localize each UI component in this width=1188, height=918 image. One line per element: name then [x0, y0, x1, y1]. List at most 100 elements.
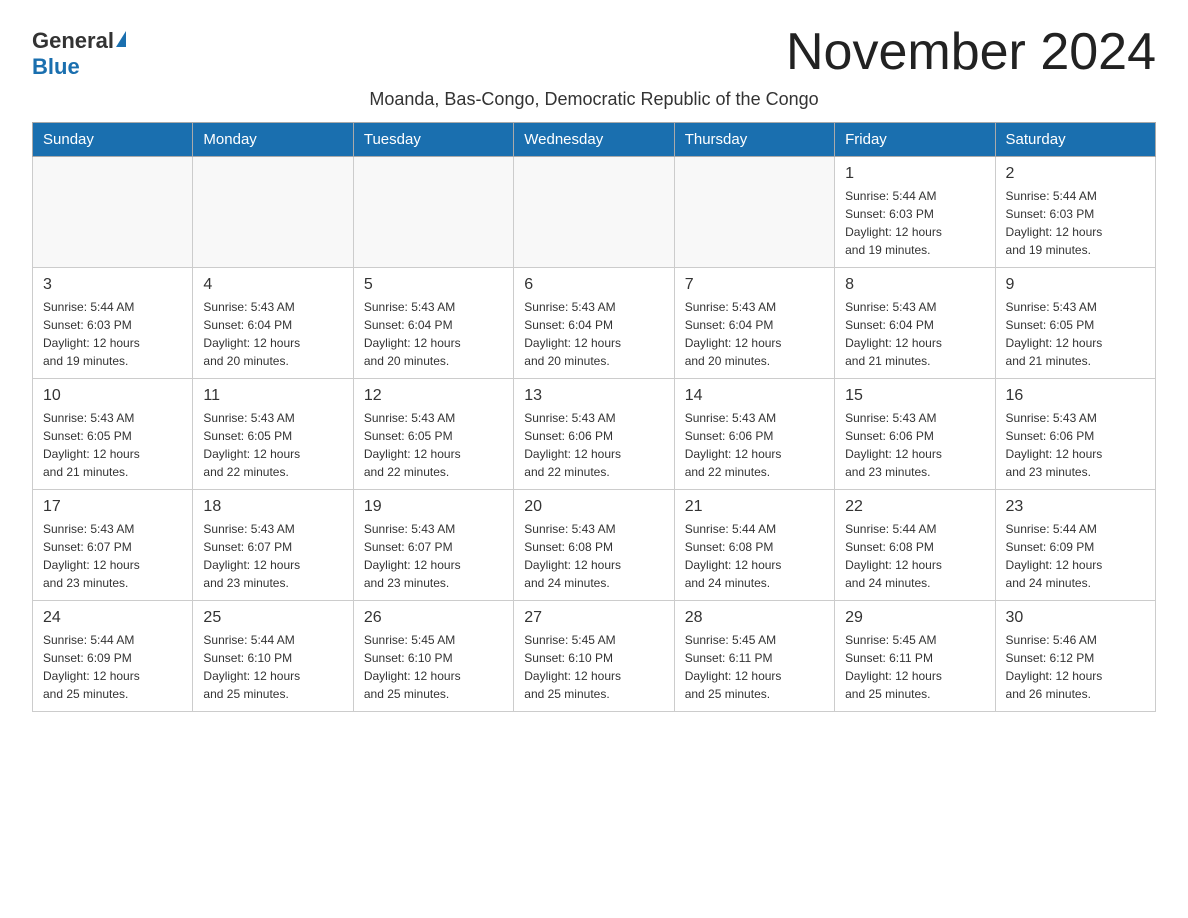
- calendar-cell: 19 Sunrise: 5:43 AMSunset: 6:07 PMDayligh…: [353, 490, 513, 601]
- day-info: Sunrise: 5:44 AMSunset: 6:03 PMDaylight:…: [1006, 187, 1145, 259]
- calendar-cell: 7 Sunrise: 5:43 AMSunset: 6:04 PMDaylight…: [674, 268, 834, 379]
- day-info: Sunrise: 5:44 AMSunset: 6:08 PMDaylight:…: [845, 520, 984, 592]
- month-title: November 2024: [786, 24, 1156, 81]
- weekday-header-row: SundayMondayTuesdayWednesdayThursdayFrid…: [33, 123, 1156, 157]
- day-number: 29: [845, 609, 984, 627]
- day-info: Sunrise: 5:45 AMSunset: 6:11 PMDaylight:…: [845, 631, 984, 703]
- calendar-cell: 18Sunrise: 5:43 AMSunset: 6:07 PMDayligh…: [193, 490, 353, 601]
- day-info: Sunrise: 5:43 AMSunset: 6:05 PMDaylight:…: [364, 409, 503, 481]
- day-info: Sunrise: 5:44 AMSunset: 6:10 PMDaylight:…: [203, 631, 342, 703]
- day-info: Sunrise: 5:43 AMSunset: 6:04 PMDaylight:…: [364, 298, 503, 370]
- day-info: Sunrise: 5:44 AMSunset: 6:03 PMDaylight:…: [43, 298, 182, 370]
- day-info: Sunrise: 5:45 AMSunset: 6:10 PMDaylight:…: [364, 631, 503, 703]
- week-row-2: 3Sunrise: 5:44 AMSunset: 6:03 PMDaylight…: [33, 268, 1156, 379]
- day-number: 13: [524, 387, 663, 405]
- logo: General Blue: [32, 24, 126, 80]
- day-info: Sunrise: 5:43 AMSunset: 6:05 PMDaylight:…: [1006, 298, 1145, 370]
- day-info: Sunrise: 5:43 AMSunset: 6:05 PMDaylight:…: [203, 409, 342, 481]
- calendar-cell: 9 Sunrise: 5:43 AMSunset: 6:05 PMDaylight…: [995, 268, 1155, 379]
- day-number: 23: [1006, 498, 1145, 516]
- day-number: 28: [685, 609, 824, 627]
- calendar-cell: 26 Sunrise: 5:45 AMSunset: 6:10 PMDayligh…: [353, 601, 513, 712]
- calendar-cell: 1 Sunrise: 5:44 AMSunset: 6:03 PMDaylight…: [835, 157, 995, 268]
- weekday-header-thursday: Thursday: [674, 123, 834, 157]
- calendar-cell: 16 Sunrise: 5:43 AMSunset: 6:06 PMDayligh…: [995, 379, 1155, 490]
- weekday-header-saturday: Saturday: [995, 123, 1155, 157]
- weekday-header-monday: Monday: [193, 123, 353, 157]
- calendar-cell: 25 Sunrise: 5:44 AMSunset: 6:10 PMDayligh…: [193, 601, 353, 712]
- calendar-cell: 28 Sunrise: 5:45 AMSunset: 6:11 PMDayligh…: [674, 601, 834, 712]
- calendar-cell: 22 Sunrise: 5:44 AMSunset: 6:08 PMDayligh…: [835, 490, 995, 601]
- day-info: Sunrise: 5:45 AMSunset: 6:10 PMDaylight:…: [524, 631, 663, 703]
- page-header: General Blue November 2024: [32, 24, 1156, 81]
- day-info: Sunrise: 5:43 AMSunset: 6:04 PMDaylight:…: [203, 298, 342, 370]
- day-info: Sunrise: 5:43 AMSunset: 6:07 PMDaylight:…: [364, 520, 503, 592]
- day-number: 10: [43, 387, 182, 405]
- calendar-cell: 13Sunrise: 5:43 AMSunset: 6:06 PMDayligh…: [514, 379, 674, 490]
- day-info: Sunrise: 5:43 AMSunset: 6:05 PMDaylight:…: [43, 409, 182, 481]
- weekday-header-friday: Friday: [835, 123, 995, 157]
- day-info: Sunrise: 5:43 AMSunset: 6:06 PMDaylight:…: [685, 409, 824, 481]
- day-number: 1: [845, 165, 984, 183]
- day-info: Sunrise: 5:44 AMSunset: 6:09 PMDaylight:…: [1006, 520, 1145, 592]
- day-info: Sunrise: 5:43 AMSunset: 6:06 PMDaylight:…: [1006, 409, 1145, 481]
- day-number: 16: [1006, 387, 1145, 405]
- calendar-cell: 6 Sunrise: 5:43 AMSunset: 6:04 PMDaylight…: [514, 268, 674, 379]
- calendar-cell: [193, 157, 353, 268]
- day-info: Sunrise: 5:43 AMSunset: 6:04 PMDaylight:…: [685, 298, 824, 370]
- day-number: 27: [524, 609, 663, 627]
- calendar-cell: 23 Sunrise: 5:44 AMSunset: 6:09 PMDayligh…: [995, 490, 1155, 601]
- day-info: Sunrise: 5:44 AMSunset: 6:03 PMDaylight:…: [845, 187, 984, 259]
- calendar-cell: 20Sunrise: 5:43 AMSunset: 6:08 PMDayligh…: [514, 490, 674, 601]
- day-number: 11: [203, 387, 342, 405]
- day-number: 4: [203, 276, 342, 294]
- day-info: Sunrise: 5:43 AMSunset: 6:06 PMDaylight:…: [845, 409, 984, 481]
- calendar-cell: 24 Sunrise: 5:44 AMSunset: 6:09 PMDayligh…: [33, 601, 193, 712]
- calendar-cell: 8Sunrise: 5:43 AMSunset: 6:04 PMDaylight…: [835, 268, 995, 379]
- calendar-cell: [514, 157, 674, 268]
- logo-blue: Blue: [32, 54, 80, 80]
- day-info: Sunrise: 5:45 AMSunset: 6:11 PMDaylight:…: [685, 631, 824, 703]
- day-number: 24: [43, 609, 182, 627]
- day-number: 26: [364, 609, 503, 627]
- day-number: 6: [524, 276, 663, 294]
- week-row-5: 24 Sunrise: 5:44 AMSunset: 6:09 PMDayligh…: [33, 601, 1156, 712]
- day-info: Sunrise: 5:44 AMSunset: 6:08 PMDaylight:…: [685, 520, 824, 592]
- calendar-cell: [674, 157, 834, 268]
- day-number: 19: [364, 498, 503, 516]
- calendar-cell: 2 Sunrise: 5:44 AMSunset: 6:03 PMDaylight…: [995, 157, 1155, 268]
- calendar-table: SundayMondayTuesdayWednesdayThursdayFrid…: [32, 122, 1156, 712]
- day-number: 22: [845, 498, 984, 516]
- calendar-cell: [33, 157, 193, 268]
- day-number: 5: [364, 276, 503, 294]
- day-number: 9: [1006, 276, 1145, 294]
- calendar-cell: 29 Sunrise: 5:45 AMSunset: 6:11 PMDayligh…: [835, 601, 995, 712]
- day-number: 7: [685, 276, 824, 294]
- day-info: Sunrise: 5:43 AMSunset: 6:04 PMDaylight:…: [524, 298, 663, 370]
- day-number: 14: [685, 387, 824, 405]
- day-number: 12: [364, 387, 503, 405]
- day-number: 8: [845, 276, 984, 294]
- calendar-cell: [353, 157, 513, 268]
- logo-triangle-icon: [116, 31, 126, 47]
- day-number: 21: [685, 498, 824, 516]
- day-info: Sunrise: 5:44 AMSunset: 6:09 PMDaylight:…: [43, 631, 182, 703]
- day-number: 25: [203, 609, 342, 627]
- week-row-3: 10 Sunrise: 5:43 AMSunset: 6:05 PMDayligh…: [33, 379, 1156, 490]
- calendar-cell: 17Sunrise: 5:43 AMSunset: 6:07 PMDayligh…: [33, 490, 193, 601]
- week-row-1: 1 Sunrise: 5:44 AMSunset: 6:03 PMDaylight…: [33, 157, 1156, 268]
- day-number: 30: [1006, 609, 1145, 627]
- calendar-cell: 11 Sunrise: 5:43 AMSunset: 6:05 PMDayligh…: [193, 379, 353, 490]
- day-number: 2: [1006, 165, 1145, 183]
- calendar-cell: 30 Sunrise: 5:46 AMSunset: 6:12 PMDayligh…: [995, 601, 1155, 712]
- calendar-cell: 27 Sunrise: 5:45 AMSunset: 6:10 PMDayligh…: [514, 601, 674, 712]
- day-info: Sunrise: 5:46 AMSunset: 6:12 PMDaylight:…: [1006, 631, 1145, 703]
- calendar-cell: 4 Sunrise: 5:43 AMSunset: 6:04 PMDaylight…: [193, 268, 353, 379]
- day-info: Sunrise: 5:43 AMSunset: 6:07 PMDaylight:…: [203, 520, 342, 592]
- weekday-header-sunday: Sunday: [33, 123, 193, 157]
- calendar-cell: 14 Sunrise: 5:43 AMSunset: 6:06 PMDayligh…: [674, 379, 834, 490]
- calendar-cell: 15 Sunrise: 5:43 AMSunset: 6:06 PMDayligh…: [835, 379, 995, 490]
- day-number: 15: [845, 387, 984, 405]
- calendar-subtitle: Moanda, Bas-Congo, Democratic Republic o…: [32, 89, 1156, 110]
- weekday-header-wednesday: Wednesday: [514, 123, 674, 157]
